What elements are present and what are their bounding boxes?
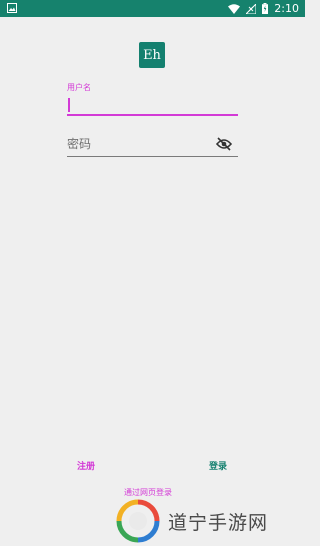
image-notification-icon — [7, 3, 17, 13]
watermark-text: 道宁手游网 — [168, 511, 269, 534]
battery-icon — [262, 3, 269, 14]
status-time: 2:10 — [274, 2, 299, 15]
text-cursor — [68, 98, 70, 112]
register-button[interactable]: 注册 — [77, 459, 95, 472]
watermark-logo-icon — [116, 499, 160, 543]
status-bar: 2:10 — [0, 0, 305, 17]
signal-icon — [246, 3, 257, 14]
password-field[interactable] — [67, 134, 238, 157]
app-logo: Eh — [139, 42, 165, 68]
visibility-off-icon[interactable] — [216, 137, 232, 151]
password-input[interactable] — [67, 134, 207, 154]
web-login-button[interactable]: 通过网页登录 — [124, 487, 172, 498]
username-label: 用户名 — [67, 83, 91, 92]
wifi-icon — [228, 3, 241, 14]
login-button[interactable]: 登录 — [209, 459, 227, 472]
username-input[interactable] — [67, 94, 238, 116]
watermark: 道宁手游网 — [112, 498, 268, 544]
